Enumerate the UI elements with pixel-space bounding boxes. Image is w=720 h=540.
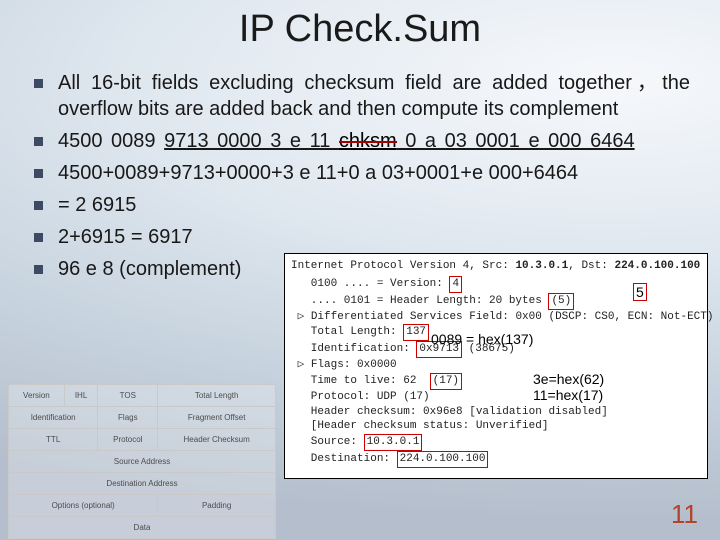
ws-hdr-src: 10.3.0.1 xyxy=(515,260,568,272)
bullet-hex: 4500 0089 9713 0000 3 e 11 chksm 0 a 03 … xyxy=(34,128,690,154)
hex-e: e 000 6464 xyxy=(528,130,634,152)
box-version: 4 xyxy=(449,276,462,293)
callout-0089: 0089 = hex(137) xyxy=(431,331,533,347)
hex-a: 4500 0089 xyxy=(58,130,164,152)
box-totlen: 137 xyxy=(403,324,429,341)
ws-chkstat: [Header checksum status: Unverified] xyxy=(291,419,701,434)
ws-header: Internet Protocol Version 4, Src: 10.3.0… xyxy=(291,259,701,274)
page-number: 11 xyxy=(671,499,698,530)
box-src: 10.3.0.1 xyxy=(364,434,423,451)
table-row: Data xyxy=(9,517,276,539)
hex-chksm: chksm xyxy=(339,130,397,152)
hex-b: 9713 0000 3 e 11 xyxy=(164,130,339,152)
bullet-sum: 4500+0089+9713+0000+3 e 11+0 a 03+0001+e… xyxy=(34,160,690,186)
table-row: Options (optional)Padding xyxy=(9,495,276,517)
box-dst: 224.0.100.100 xyxy=(397,451,489,468)
ip-header-table: VersionIHLTOSTotal Length Identification… xyxy=(8,384,276,539)
ws-chksum: Header checksum: 0x96e8 [validation disa… xyxy=(291,405,701,420)
ws-dst: Destination: 224.0.100.100 xyxy=(291,451,701,468)
page-title: IP Check.Sum xyxy=(0,8,720,51)
table-row: TTLProtocolHeader Checksum xyxy=(9,429,276,451)
box-ttl: (17) xyxy=(430,373,462,390)
ws-hdr-pre: Internet Protocol Version 4, Src: xyxy=(291,260,515,272)
table-row: IdentificationFlagsFragment Offset xyxy=(9,407,276,429)
ws-proto: Protocol: UDP (17) xyxy=(291,390,701,405)
bullet-eq2: 2+6915 = 6917 xyxy=(34,224,690,250)
ws-ttl: Time to live: 62 (17) xyxy=(291,373,701,390)
ws-src: Source: 10.3.0.1 xyxy=(291,434,701,451)
box-ihl: (5) xyxy=(548,293,574,310)
bullet-eq1: = 2 6915 xyxy=(34,192,690,218)
table-row: Destination Address xyxy=(9,473,276,495)
callout-5: 5 xyxy=(633,283,647,301)
ws-hdr-mid: , Dst: xyxy=(568,260,614,272)
ws-hdr-dst: 224.0.100.100 xyxy=(614,260,700,272)
ws-flags: ▷ Flags: 0x0000 xyxy=(291,358,701,373)
ws-dsf: ▷ Differentiated Services Field: 0x00 (D… xyxy=(291,310,701,325)
table-row: VersionIHLTOSTotal Length xyxy=(9,385,276,407)
table-row: Source Address xyxy=(9,451,276,473)
callout-3e: 3e=hex(62) xyxy=(533,371,604,387)
slide: IP Check.Sum All 16-bit fields excluding… xyxy=(0,0,720,540)
callout-11: 11=hex(17) xyxy=(533,387,603,403)
hex-d: 0 a 03 0001 xyxy=(397,130,529,152)
bullet-intro: All 16-bit fields excluding checksum fie… xyxy=(34,70,690,122)
